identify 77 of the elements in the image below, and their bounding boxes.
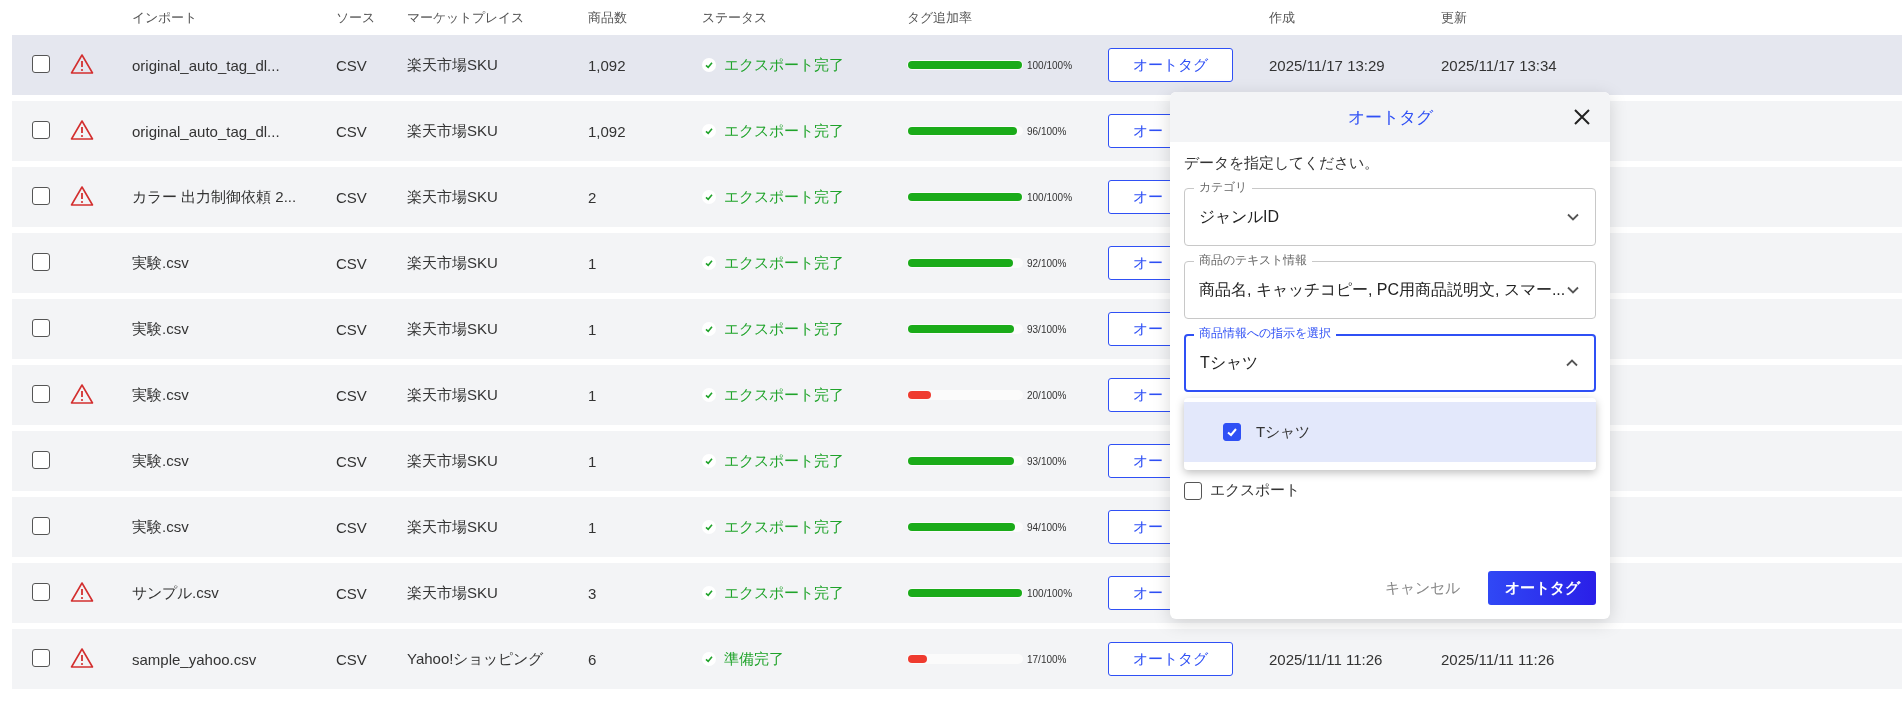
progress-reading: 17/100%: [1027, 653, 1067, 665]
count-cell-text: 1: [588, 254, 598, 272]
progress-reading: 92/100%: [1027, 257, 1067, 269]
marketplace-cell-text: 楽天市場SKU: [407, 55, 499, 75]
progress-reading: 20/100%: [1027, 389, 1067, 401]
progress-reading: 100/100%: [1027, 191, 1073, 203]
source-cell-text: CSV: [336, 320, 368, 338]
status-text: エクスポート完了: [724, 187, 844, 207]
source-cell-text: CSV: [336, 188, 368, 206]
progress-reading: 94/100%: [1027, 521, 1067, 533]
marketplace-cell-text: 楽天市場SKU: [407, 385, 499, 405]
field-value: ジャンルID: [1199, 206, 1279, 227]
source-cell-text: CSV: [336, 650, 368, 668]
status-text: エクスポート完了: [724, 55, 844, 75]
status-text: エクスポート完了: [724, 253, 844, 273]
progress-reading: 93/100%: [1027, 455, 1067, 467]
column-header: ソース: [336, 8, 376, 27]
count-cell-text: 3: [588, 584, 598, 602]
source-cell-text: CSV: [336, 56, 368, 74]
file-name: カラー 出力制御依頼 2...: [132, 187, 298, 207]
file-name: サンプル.csv: [132, 583, 220, 603]
file-name: sample_yahoo.csv: [132, 650, 258, 668]
source-cell-text: CSV: [336, 122, 368, 140]
progress-reading: 100/100%: [1027, 59, 1073, 71]
column-header: タグ追加率: [907, 8, 973, 27]
marketplace-cell-text: 楽天市場SKU: [407, 319, 499, 339]
column-header: 更新: [1441, 8, 1468, 27]
updated-date: 2025/11/11 11:26: [1441, 650, 1555, 668]
marketplace-cell-text: Yahoo!ショッピング: [407, 649, 545, 669]
dialog-title: オートタグ: [1347, 106, 1433, 129]
file-name: original_auto_tag_dl...: [132, 56, 281, 74]
count-cell-text: 1,092: [588, 56, 627, 74]
status-text: エクスポート完了: [724, 517, 844, 537]
marketplace-cell-text: 楽天市場SKU: [407, 451, 499, 471]
progress-reading: 96/100%: [1027, 125, 1067, 137]
column-header: 作成: [1269, 8, 1296, 27]
created-date: 2025/11/11 11:26: [1269, 650, 1383, 668]
count-cell-text: 1: [588, 386, 598, 404]
field-label: 商品のテキスト情報: [1194, 252, 1312, 268]
count-cell-text: 6: [588, 650, 598, 668]
file-name: 実験.csv: [132, 517, 190, 537]
file-name: original_auto_tag_dl...: [132, 122, 281, 140]
count-cell-text: 1: [588, 518, 598, 536]
count-cell-text: 1,092: [588, 122, 627, 140]
file-name: 実験.csv: [132, 319, 190, 339]
marketplace-cell-text: 楽天市場SKU: [407, 517, 499, 537]
updated-date: 2025/11/17 13:34: [1441, 56, 1557, 74]
marketplace-cell-text: 楽天市場SKU: [407, 253, 499, 273]
file-name: 実験.csv: [132, 253, 190, 273]
column-header: ステータス: [702, 8, 768, 27]
marketplace-cell-text: 楽天市場SKU: [407, 121, 499, 141]
count-cell-text: 2: [588, 188, 598, 206]
source-cell-text: CSV: [336, 518, 368, 536]
status-text: エクスポート完了: [724, 121, 844, 141]
field-label: 商品情報への指示を選択: [1194, 325, 1336, 341]
count-cell-text: 1: [588, 452, 598, 470]
file-name: 実験.csv: [132, 451, 190, 471]
column-header: インポート: [132, 8, 198, 27]
file-name: 実験.csv: [132, 385, 190, 405]
marketplace-cell-text: 楽天市場SKU: [407, 187, 499, 207]
source-cell-text: CSV: [336, 584, 368, 602]
source-cell-text: CSV: [336, 254, 368, 272]
status-text: エクスポート完了: [724, 319, 844, 339]
progress-reading: 93/100%: [1027, 323, 1067, 335]
column-header: マーケットプレイス: [407, 8, 525, 27]
created-date: 2025/11/17 13:29: [1269, 56, 1385, 74]
status-text: 準備完了: [724, 649, 784, 669]
source-cell-text: CSV: [336, 452, 368, 470]
marketplace-cell-text: 楽天市場SKU: [407, 583, 499, 603]
status-text: エクスポート完了: [724, 385, 844, 405]
count-cell-text: 1: [588, 320, 598, 338]
field-label: カテゴリ: [1194, 179, 1252, 195]
column-header: 商品数: [588, 8, 628, 27]
source-cell-text: CSV: [336, 386, 368, 404]
status-text: エクスポート完了: [724, 451, 844, 471]
status-text: エクスポート完了: [724, 583, 844, 603]
progress-reading: 100/100%: [1027, 587, 1073, 599]
